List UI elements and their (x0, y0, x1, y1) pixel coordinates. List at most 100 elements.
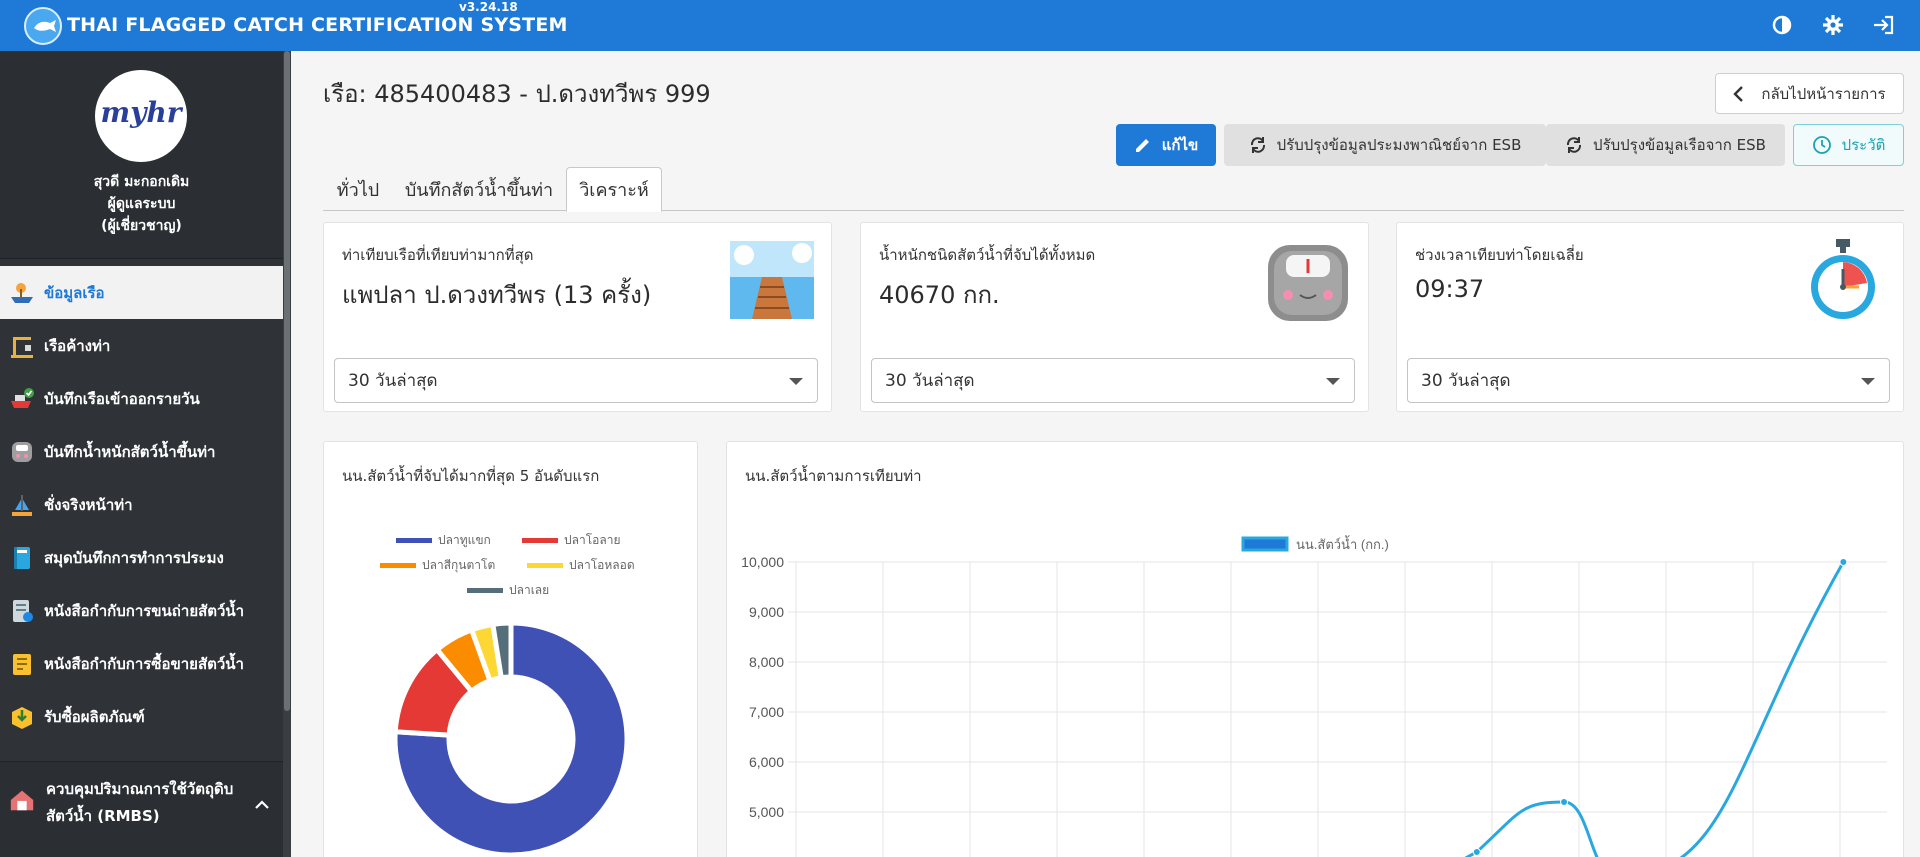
sidebar-item-label: รับซื้อผลิตภัณฑ์ (44, 707, 145, 726)
refresh-commerce-esb-label: ปรับปรุงข้อมูลประมงพาณิชย์จาก ESB (1276, 136, 1522, 154)
legend-label: ปลาโอหลอด (569, 558, 635, 572)
legend-swatch (522, 538, 558, 543)
legend-swatch (527, 563, 563, 568)
trade-document-icon (8, 650, 36, 678)
ship-check-icon (8, 385, 36, 413)
sidebar-item-label: บันทึกเรือเข้าออกรายวัน (44, 389, 200, 408)
logout-icon[interactable] (1870, 12, 1896, 38)
dock-crane-icon (8, 332, 36, 360)
stat-card-total-weight: น้ำหนักชนิดสัตว์น้ำที่จับได้ทั้งหมด 4067… (860, 222, 1369, 412)
dropdown-caret-icon (1861, 378, 1875, 385)
sidebar-item-label: หนังสือกำกับการขนถ่ายสัตว์น้ำ (44, 601, 245, 620)
user-level: (ผู้เชี่ยวชาญ) (101, 218, 182, 234)
chevron-left-icon (1733, 85, 1744, 102)
sidebar-item-label: บันทึกน้ำหนักสัตว์น้ำขึ้นท่า (44, 442, 216, 461)
sidebar-item-daily-log[interactable]: บันทึกเรือเข้าออกรายวัน (0, 372, 283, 425)
sidebar-item-transfer-document[interactable]: หนังสือกำกับการขนถ่ายสัตว์น้ำ (0, 584, 283, 637)
y-tick-label: 10,000 (741, 554, 784, 570)
user-role: ผู้ดูแลระบบ (107, 196, 176, 212)
sidebar-item-landing-weight[interactable]: บันทึกน้ำหนักสัตว์น้ำขึ้นท่า (0, 425, 283, 478)
pencil-icon (1135, 139, 1149, 152)
sidebar-item-docked-vessels[interactable]: เรือค้างท่า (0, 319, 283, 372)
avatar-logo-text: myhr (100, 96, 182, 129)
top-bar: THAI FLAGGED CATCH CERTIFICATION SYSTEM … (0, 0, 1920, 51)
edit-label: แก้ไข (1161, 136, 1199, 154)
sidebar-group-label-line2: สัตว์น้ำ (RMBS) (46, 807, 160, 825)
legend-swatch (1241, 536, 1289, 552)
dropdown-caret-icon (789, 378, 803, 385)
app-title: THAI FLAGGED CATCH CERTIFICATION SYSTEM (67, 14, 568, 36)
refresh-icon (1567, 137, 1582, 153)
sidebar-item-actual-weighing[interactable]: ชั่งจริงหน้าท่า (0, 478, 283, 531)
legend-swatch (467, 588, 503, 593)
tab-bar: ทั่วไป บันทึกสัตว์น้ำขึ้นท่า วิเคราะห์ (323, 167, 1904, 212)
legend-label: ปลาทูแขก (438, 533, 491, 548)
transfer-document-icon (8, 597, 36, 625)
sidebar-group-rmbs[interactable]: ควบคุมปริมาณการใช้วัตถุดิบ สัตว์น้ำ (RMB… (0, 761, 283, 857)
stat-value: 09:37 (1415, 275, 1485, 303)
landing-weight-chart-card: นน.สัตว์น้ำตามการเทียบท่า นน.สัตว์น้ำ (ก… (726, 441, 1904, 857)
sidebar-item-fishing-logbook[interactable]: สมุดบันทึกการทำการประมง (0, 531, 283, 584)
tab-general[interactable]: ทั่วไป (323, 167, 393, 211)
data-point (1839, 558, 1848, 566)
stat-value: แพปลา ป.ดวงทวีพร (13 ครั้ง) (342, 281, 652, 309)
history-label: ประวัติ (1841, 136, 1886, 154)
y-tick-label: 5,000 (749, 804, 784, 820)
sidebar-group-label-line1: ควบคุมปริมาณการใช้วัตถุดิบ (46, 780, 234, 798)
weighing-icon (8, 491, 36, 519)
sidebar-item-trade-document[interactable]: หนังสือกำกับการซื้อขายสัตว์น้ำ (0, 637, 283, 690)
weight-scale-icon (1266, 243, 1350, 327)
refresh-commerce-esb-button[interactable]: ปรับปรุงข้อมูลประมงพาณิชย์จาก ESB (1224, 124, 1546, 166)
logbook-icon (8, 544, 36, 572)
legend-label: ปลาโอลาย (564, 533, 620, 547)
period-select-value: 30 วันล่าสุด (348, 371, 438, 391)
sidebar-item-product-purchase[interactable]: รับซื้อผลิตภัณฑ์ (0, 690, 283, 743)
data-point (1560, 798, 1569, 806)
period-select[interactable]: 30 วันล่าสุด (871, 358, 1355, 403)
y-tick-label: 7,000 (749, 704, 784, 720)
back-to-list-button[interactable]: กลับไปหน้ารายการ (1715, 73, 1904, 114)
stat-label: น้ำหนักชนิดสัตว์น้ำที่จับได้ทั้งหมด (879, 246, 1096, 264)
legend-label: ปลาเลย (509, 583, 549, 597)
period-select-value: 30 วันล่าสุด (1421, 371, 1511, 391)
sidebar-scrollbar[interactable] (283, 51, 291, 857)
stat-label: ท่าเทียบเรือที่เทียบท่ามากที่สุด (342, 246, 534, 264)
purchase-box-icon (8, 703, 36, 731)
page-title: เรือ: 485400483 - ป.ดวงทวีพร 999 (323, 80, 711, 108)
sidebar-item-vessel-info[interactable]: ข้อมูลเรือ (0, 266, 283, 319)
legend-swatch (380, 563, 416, 568)
sidebar-item-label: เรือค้างท่า (44, 336, 111, 355)
edit-button[interactable]: แก้ไข (1116, 124, 1216, 166)
sidebar-menu: ข้อมูลเรือ เรือค้างท่า บันทึกเรือเข้าออก… (0, 266, 283, 743)
sidebar-item-label: สมุดบันทึกการทำการประมง (44, 548, 224, 567)
stat-card-avg-docking-time: ช่วงเวลาเทียบท่าโดยเฉลี่ย 09:37 30 วันล่… (1396, 222, 1904, 412)
sidebar-group-label: ควบคุมปริมาณการใช้วัตถุดิบ สัตว์น้ำ (RMB… (46, 776, 233, 830)
sidebar-item-label: หนังสือกำกับการซื้อขายสัตว์น้ำ (44, 654, 244, 673)
history-button[interactable]: ประวัติ (1793, 124, 1904, 166)
gear-icon[interactable] (1820, 12, 1846, 38)
stat-value: 40670 กก. (879, 281, 1000, 309)
tab-landing-records[interactable]: บันทึกสัตว์น้ำขึ้นท่า (401, 167, 557, 211)
legend-swatch (396, 538, 432, 543)
sidebar: myhr สุวดี มะกอกเดิม ผู้ดูแลระบบ (ผู้เชี… (0, 51, 291, 857)
user-profile: myhr สุวดี มะกอกเดิม ผู้ดูแลระบบ (ผู้เชี… (0, 51, 283, 259)
sidebar-item-label: ชั่งจริงหน้าท่า (44, 495, 133, 514)
refresh-icon (1250, 137, 1265, 153)
period-select[interactable]: 30 วันล่าสุด (334, 358, 818, 403)
data-point (1472, 848, 1481, 856)
avatar: myhr (95, 70, 187, 162)
chevron-up-icon[interactable] (254, 796, 270, 815)
y-tick-label: 8,000 (749, 654, 784, 670)
stopwatch-icon (1807, 239, 1879, 327)
period-select-value: 30 วันล่าสุด (885, 371, 975, 391)
pier-icon (730, 241, 814, 323)
tab-analysis[interactable]: วิเคราะห์ (566, 167, 662, 212)
top-species-chart-card: นน.สัตว์น้ำที่จับได้มากที่สุด 5 อันดับแร… (323, 441, 698, 857)
refresh-vessel-esb-button[interactable]: ปรับปรุงข้อมูลเรือจาก ESB (1546, 124, 1785, 166)
y-tick-label: 9,000 (749, 604, 784, 620)
boat-info-icon (8, 279, 36, 307)
sidebar-scrollbar-thumb[interactable] (284, 51, 290, 711)
theme-toggle-icon[interactable] (1769, 12, 1795, 38)
dropdown-caret-icon (1326, 378, 1340, 385)
period-select[interactable]: 30 วันล่าสุด (1407, 358, 1890, 403)
